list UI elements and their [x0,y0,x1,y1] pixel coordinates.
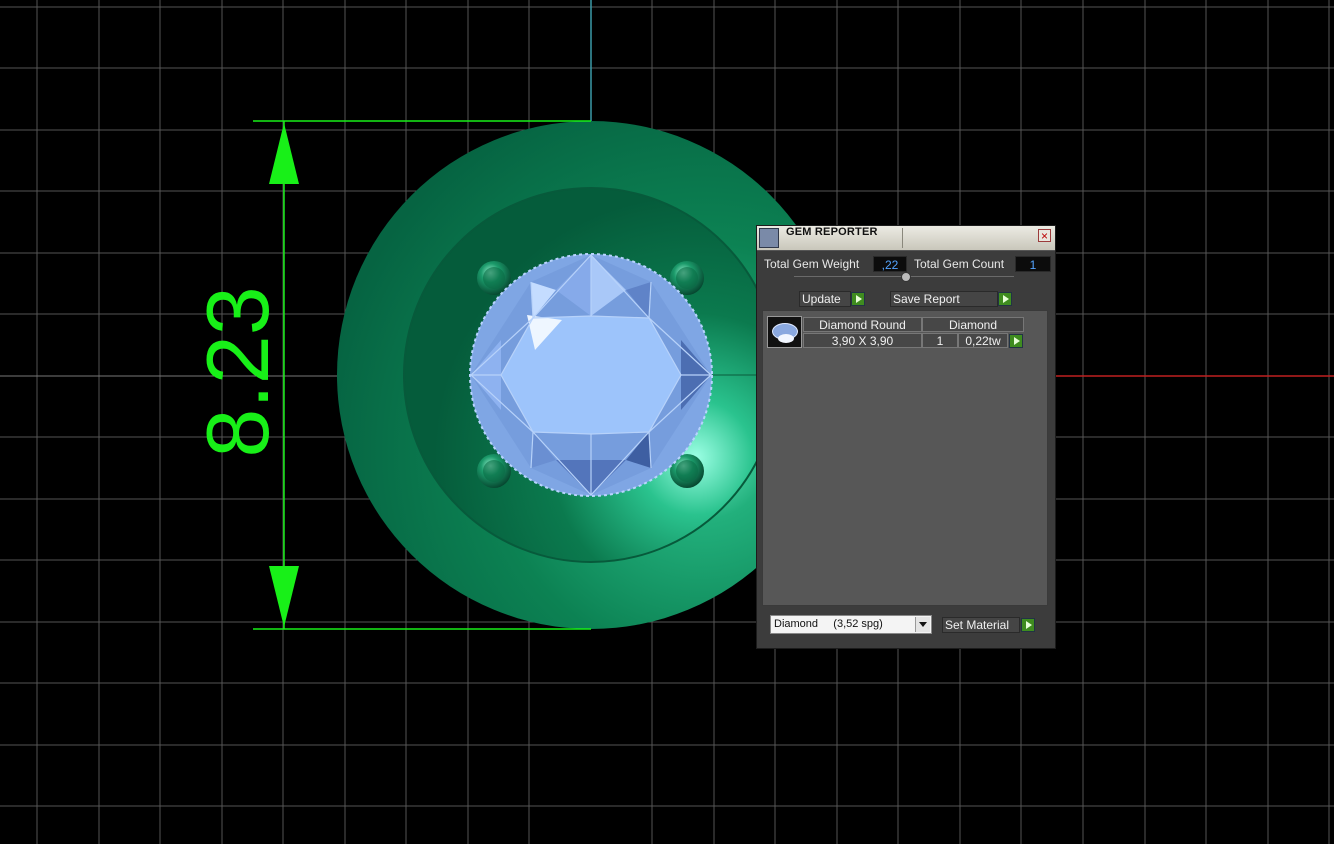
round-gem-icon [767,316,802,348]
panel-titlebar[interactable]: GEM REPORTER × [757,226,1055,251]
panel-title: GEM REPORTER [786,226,878,238]
3d-viewport[interactable]: 8.23 [0,0,1334,844]
total-gem-count-label: Total Gem Count [914,257,1005,271]
titlebar-divider [902,228,903,248]
save-report-go-icon[interactable] [998,292,1012,306]
gem-list[interactable]: Diamond Round Diamond 3,90 X 3,90 1 0,22… [762,310,1048,606]
total-gem-weight-label: Total Gem Weight [764,257,860,271]
gem-size: 3,90 X 3,90 [803,333,922,348]
save-report-button[interactable]: Save Report [890,291,998,307]
set-material-button[interactable]: Set Material [942,617,1020,633]
total-gem-count-value: 1 [1015,256,1051,272]
total-gem-weight-value: ,22 [873,256,907,272]
material-select[interactable]: Diamond (3,52 spg) [770,615,932,634]
arrow-down-icon [269,566,299,627]
gem-count: 1 [922,333,958,348]
gem-material: Diamond [922,317,1024,332]
gem-name: Diamond Round [803,317,922,332]
list-item[interactable]: Diamond Round Diamond 3,90 X 3,90 1 0,22… [763,311,1047,351]
update-button[interactable]: Update [799,291,851,307]
gem-reporter-panel: GEM REPORTER × Total Gem Weight ,22 Tota… [756,225,1056,649]
gem-reporter-icon [759,228,779,248]
material-select-value: Diamond (3,52 spg) [774,618,883,630]
dimension-label: 8.23 [188,286,287,457]
update-go-icon[interactable] [851,292,865,306]
arrow-up-icon [269,123,299,184]
set-material-go-icon[interactable] [1021,618,1035,632]
gem-row-go-icon[interactable] [1009,334,1023,348]
collapse-up-icon[interactable] [901,272,911,282]
gem-weight: 0,22tw [958,333,1008,348]
close-button[interactable]: × [1038,229,1051,242]
chevron-down-icon[interactable] [915,617,930,632]
round-diamond[interactable] [469,253,713,497]
